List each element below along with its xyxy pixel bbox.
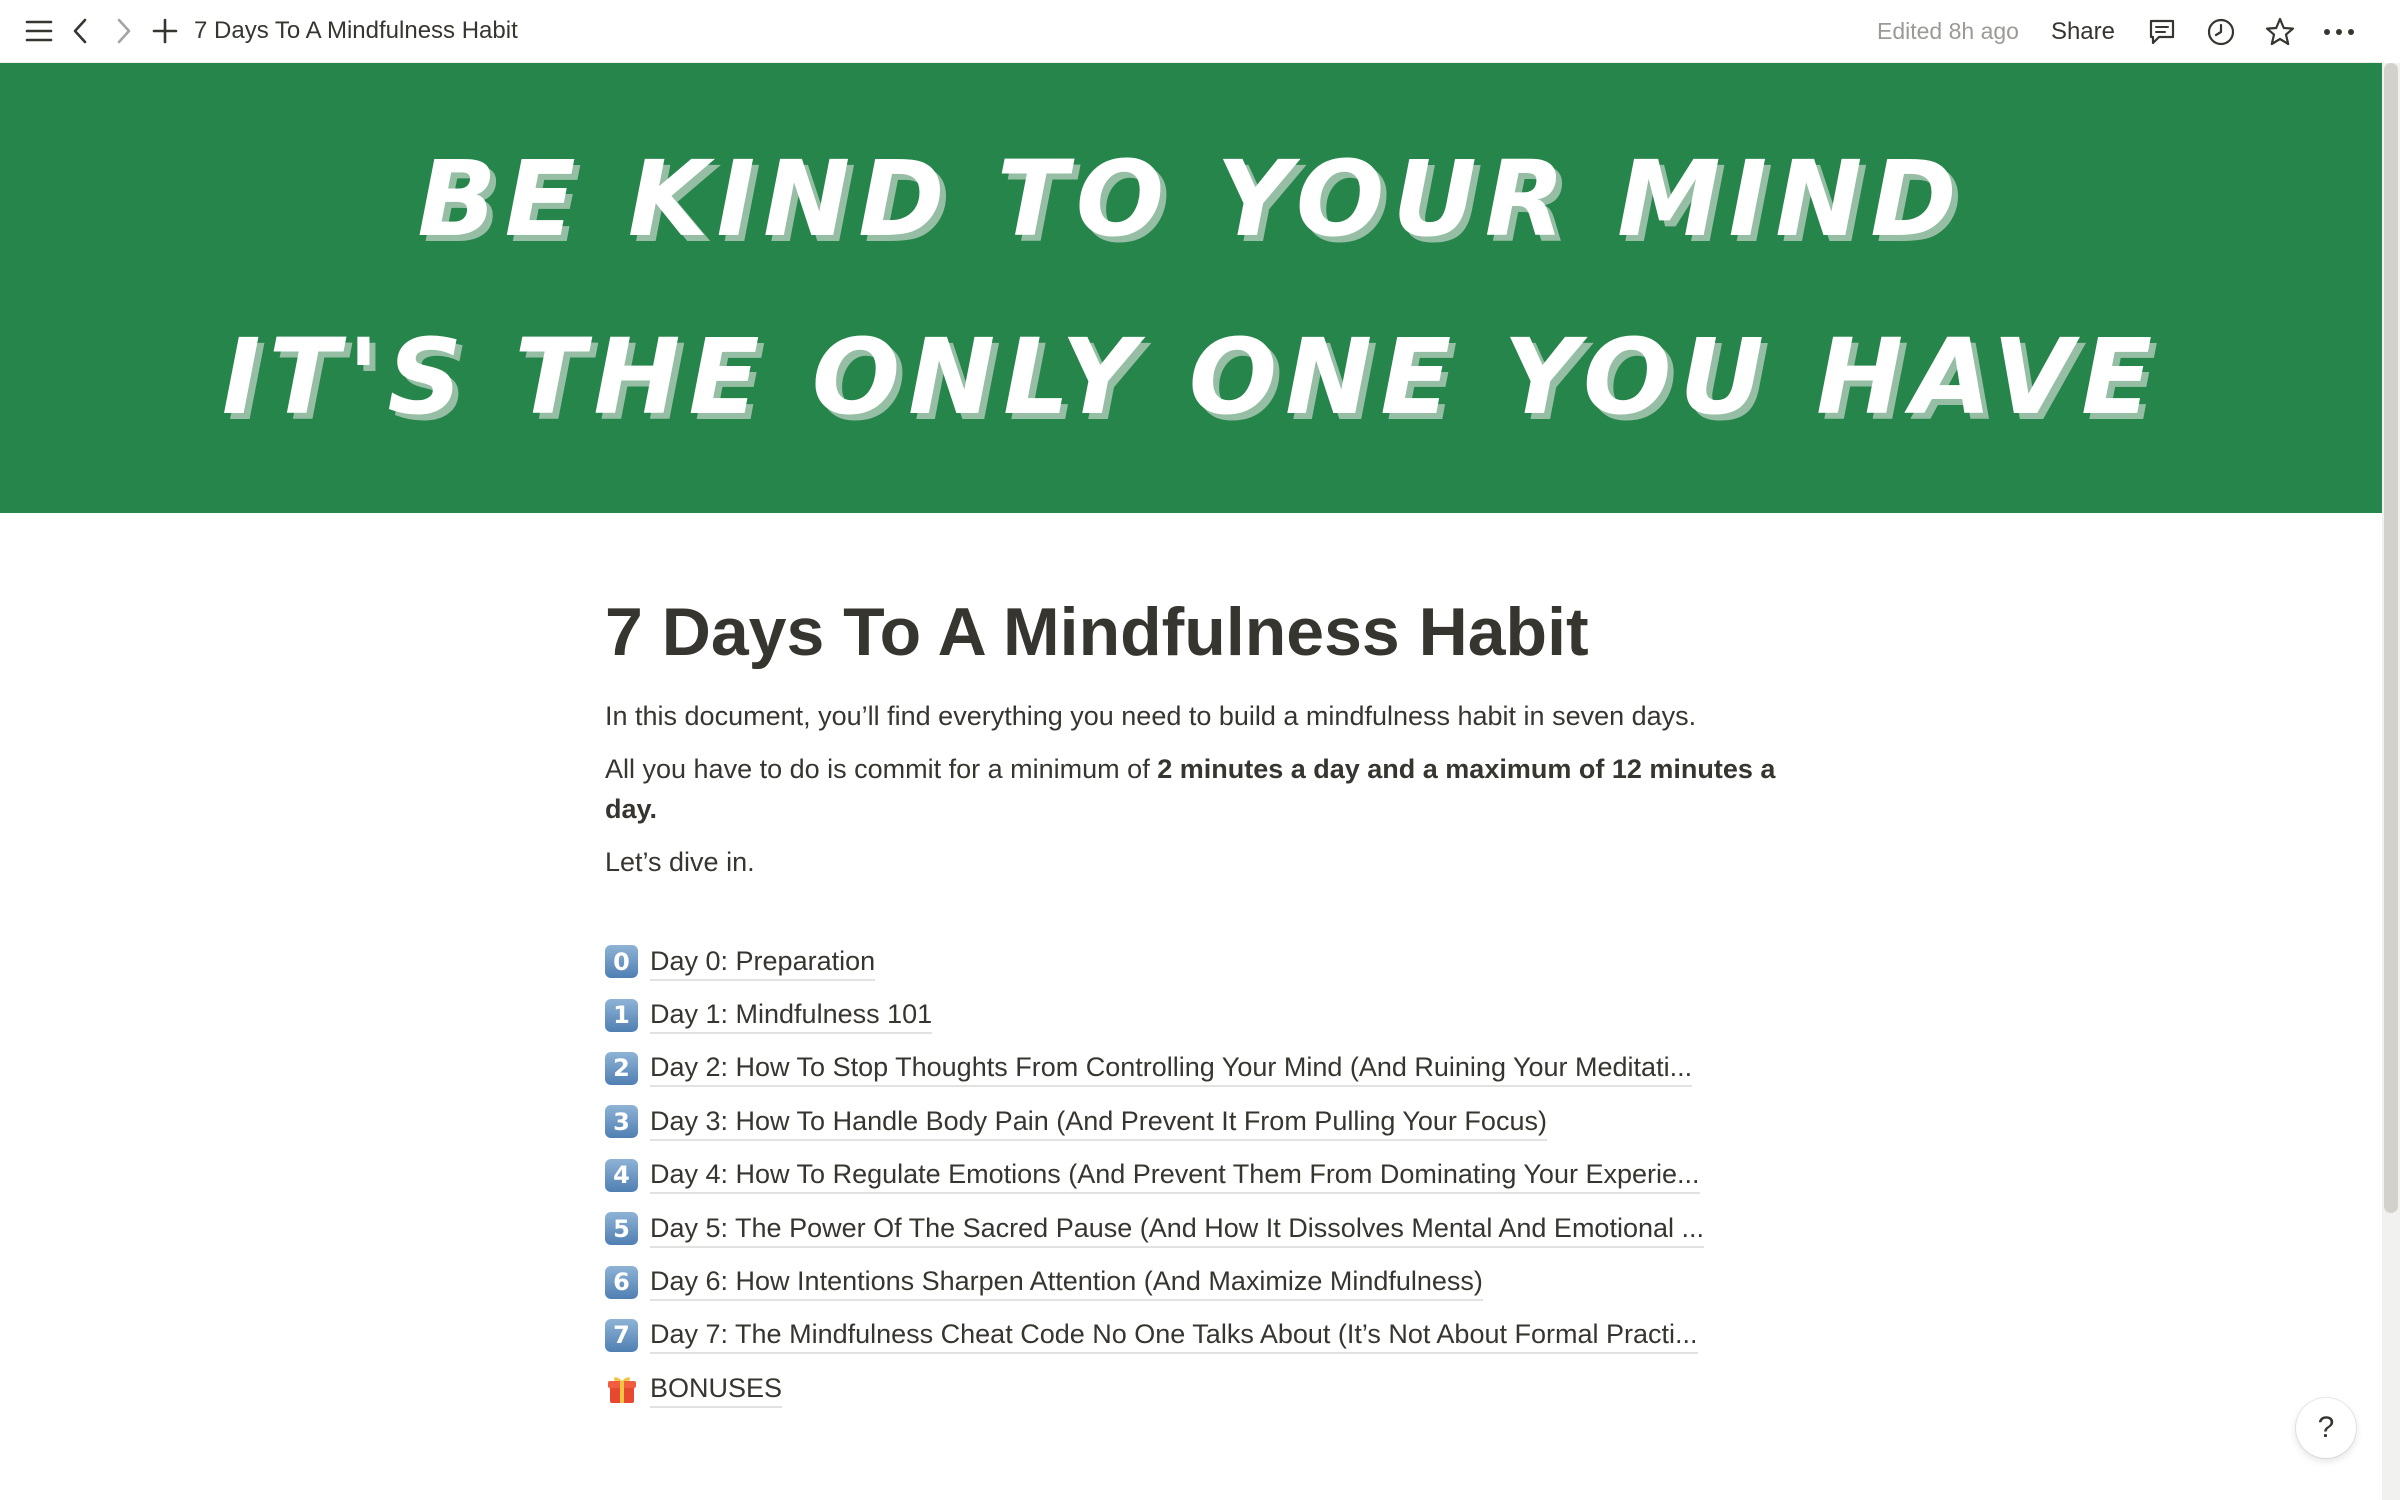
day-link-row[interactable]: 1 Day 1: Mindfulness 101: [605, 988, 1785, 1041]
day-link-row[interactable]: 7 Day 7: The Mindfulness Cheat Code No On…: [605, 1309, 1785, 1362]
day-link[interactable]: Day 2: How To Stop Thoughts From Control…: [650, 1049, 1693, 1088]
back-arrow-icon[interactable]: [60, 10, 102, 52]
top-bar-actions: Edited 8h ago Share: [1877, 0, 2382, 63]
day-link[interactable]: Day 1: Mindfulness 101: [650, 996, 933, 1035]
day-link-row[interactable]: 3 Day 3: How To Handle Body Pain (And Pre…: [605, 1095, 1785, 1148]
help-button[interactable]: ?: [2296, 1398, 2356, 1458]
day-link-row[interactable]: 5 Day 5: The Power Of The Sacred Pause (A…: [605, 1202, 1785, 1255]
day-link[interactable]: Day 6: How Intentions Sharpen Attention …: [650, 1263, 1483, 1302]
intro-paragraph[interactable]: In this document, you’ll find everything…: [605, 696, 1785, 736]
scrollbar-thumb[interactable]: [2384, 63, 2398, 1213]
keycap-number-icon: 3: [605, 1105, 638, 1139]
day-link-row[interactable]: 6 Day 6: How Intentions Sharpen Attention…: [605, 1255, 1785, 1308]
star-icon[interactable]: [2257, 9, 2303, 55]
forward-arrow-icon[interactable]: [102, 10, 144, 52]
keycap-number-icon: 5: [605, 1212, 638, 1246]
comment-icon[interactable]: [2139, 9, 2185, 55]
edited-timestamp: Edited 8h ago: [1877, 18, 2019, 44]
page-content: 7 Days To A Mindfulness Habit In this do…: [605, 590, 1785, 1416]
day-link[interactable]: Day 5: The Power Of The Sacred Pause (An…: [650, 1210, 1705, 1248]
keycap-number-icon: 2: [605, 1051, 638, 1085]
plus-icon[interactable]: [144, 10, 186, 52]
breadcrumb-page-title[interactable]: 7 Days To A Mindfulness Habit: [194, 17, 518, 45]
keycap-number-icon: 4: [605, 1158, 638, 1192]
page-link-list: 0 Day 0: Preparation 1 Day 1: Mindfulness 1…: [605, 935, 1785, 1362]
top-bar: 7 Days To A Mindfulness Habit Edited 8h …: [0, 0, 2382, 63]
bonuses-link[interactable]: BONUSES: [650, 1370, 783, 1408]
day-link-row[interactable]: 0 Day 0: Preparation: [605, 935, 1785, 988]
day-link[interactable]: Day 7: The Mindfulness Cheat Code No One…: [650, 1316, 1698, 1355]
more-icon[interactable]: [2316, 9, 2362, 55]
bonuses-link-row[interactable]: BONUSES: [605, 1362, 1785, 1415]
cover-image: BE KIND TO YOUR MIND IT'S THE ONLY ONE Y…: [0, 63, 2382, 513]
gift-icon: [605, 1372, 638, 1405]
day-link[interactable]: Day 0: Preparation: [650, 943, 876, 981]
dive-in-paragraph[interactable]: Let’s dive in.: [605, 842, 1785, 882]
day-link[interactable]: Day 4: How To Regulate Emotions (And Pre…: [650, 1156, 1700, 1195]
day-link-row[interactable]: 2 Day 2: How To Stop Thoughts From Contro…: [605, 1042, 1785, 1095]
cover-text-line-2: IT'S THE ONLY ONE YOU HAVE: [221, 316, 2161, 438]
page-title[interactable]: 7 Days To A Mindfulness Habit: [605, 590, 1785, 674]
keycap-number-icon: 7: [605, 1318, 638, 1352]
cover-text-line-1: BE KIND TO YOUR MIND: [417, 138, 1965, 260]
day-link[interactable]: Day 3: How To Handle Body Pain (And Prev…: [650, 1103, 1547, 1141]
commit-text: All you have to do is commit for a minim…: [605, 754, 1158, 784]
clock-icon[interactable]: [2198, 9, 2244, 55]
keycap-number-icon: 0: [605, 945, 638, 979]
day-link-row[interactable]: 4 Day 4: How To Regulate Emotions (And Pr…: [605, 1149, 1785, 1202]
menu-icon[interactable]: [18, 10, 60, 52]
keycap-number-icon: 1: [605, 998, 638, 1032]
share-button[interactable]: Share: [2051, 18, 2115, 46]
commit-paragraph[interactable]: All you have to do is commit for a minim…: [605, 749, 1785, 829]
keycap-number-icon: 6: [605, 1265, 638, 1299]
